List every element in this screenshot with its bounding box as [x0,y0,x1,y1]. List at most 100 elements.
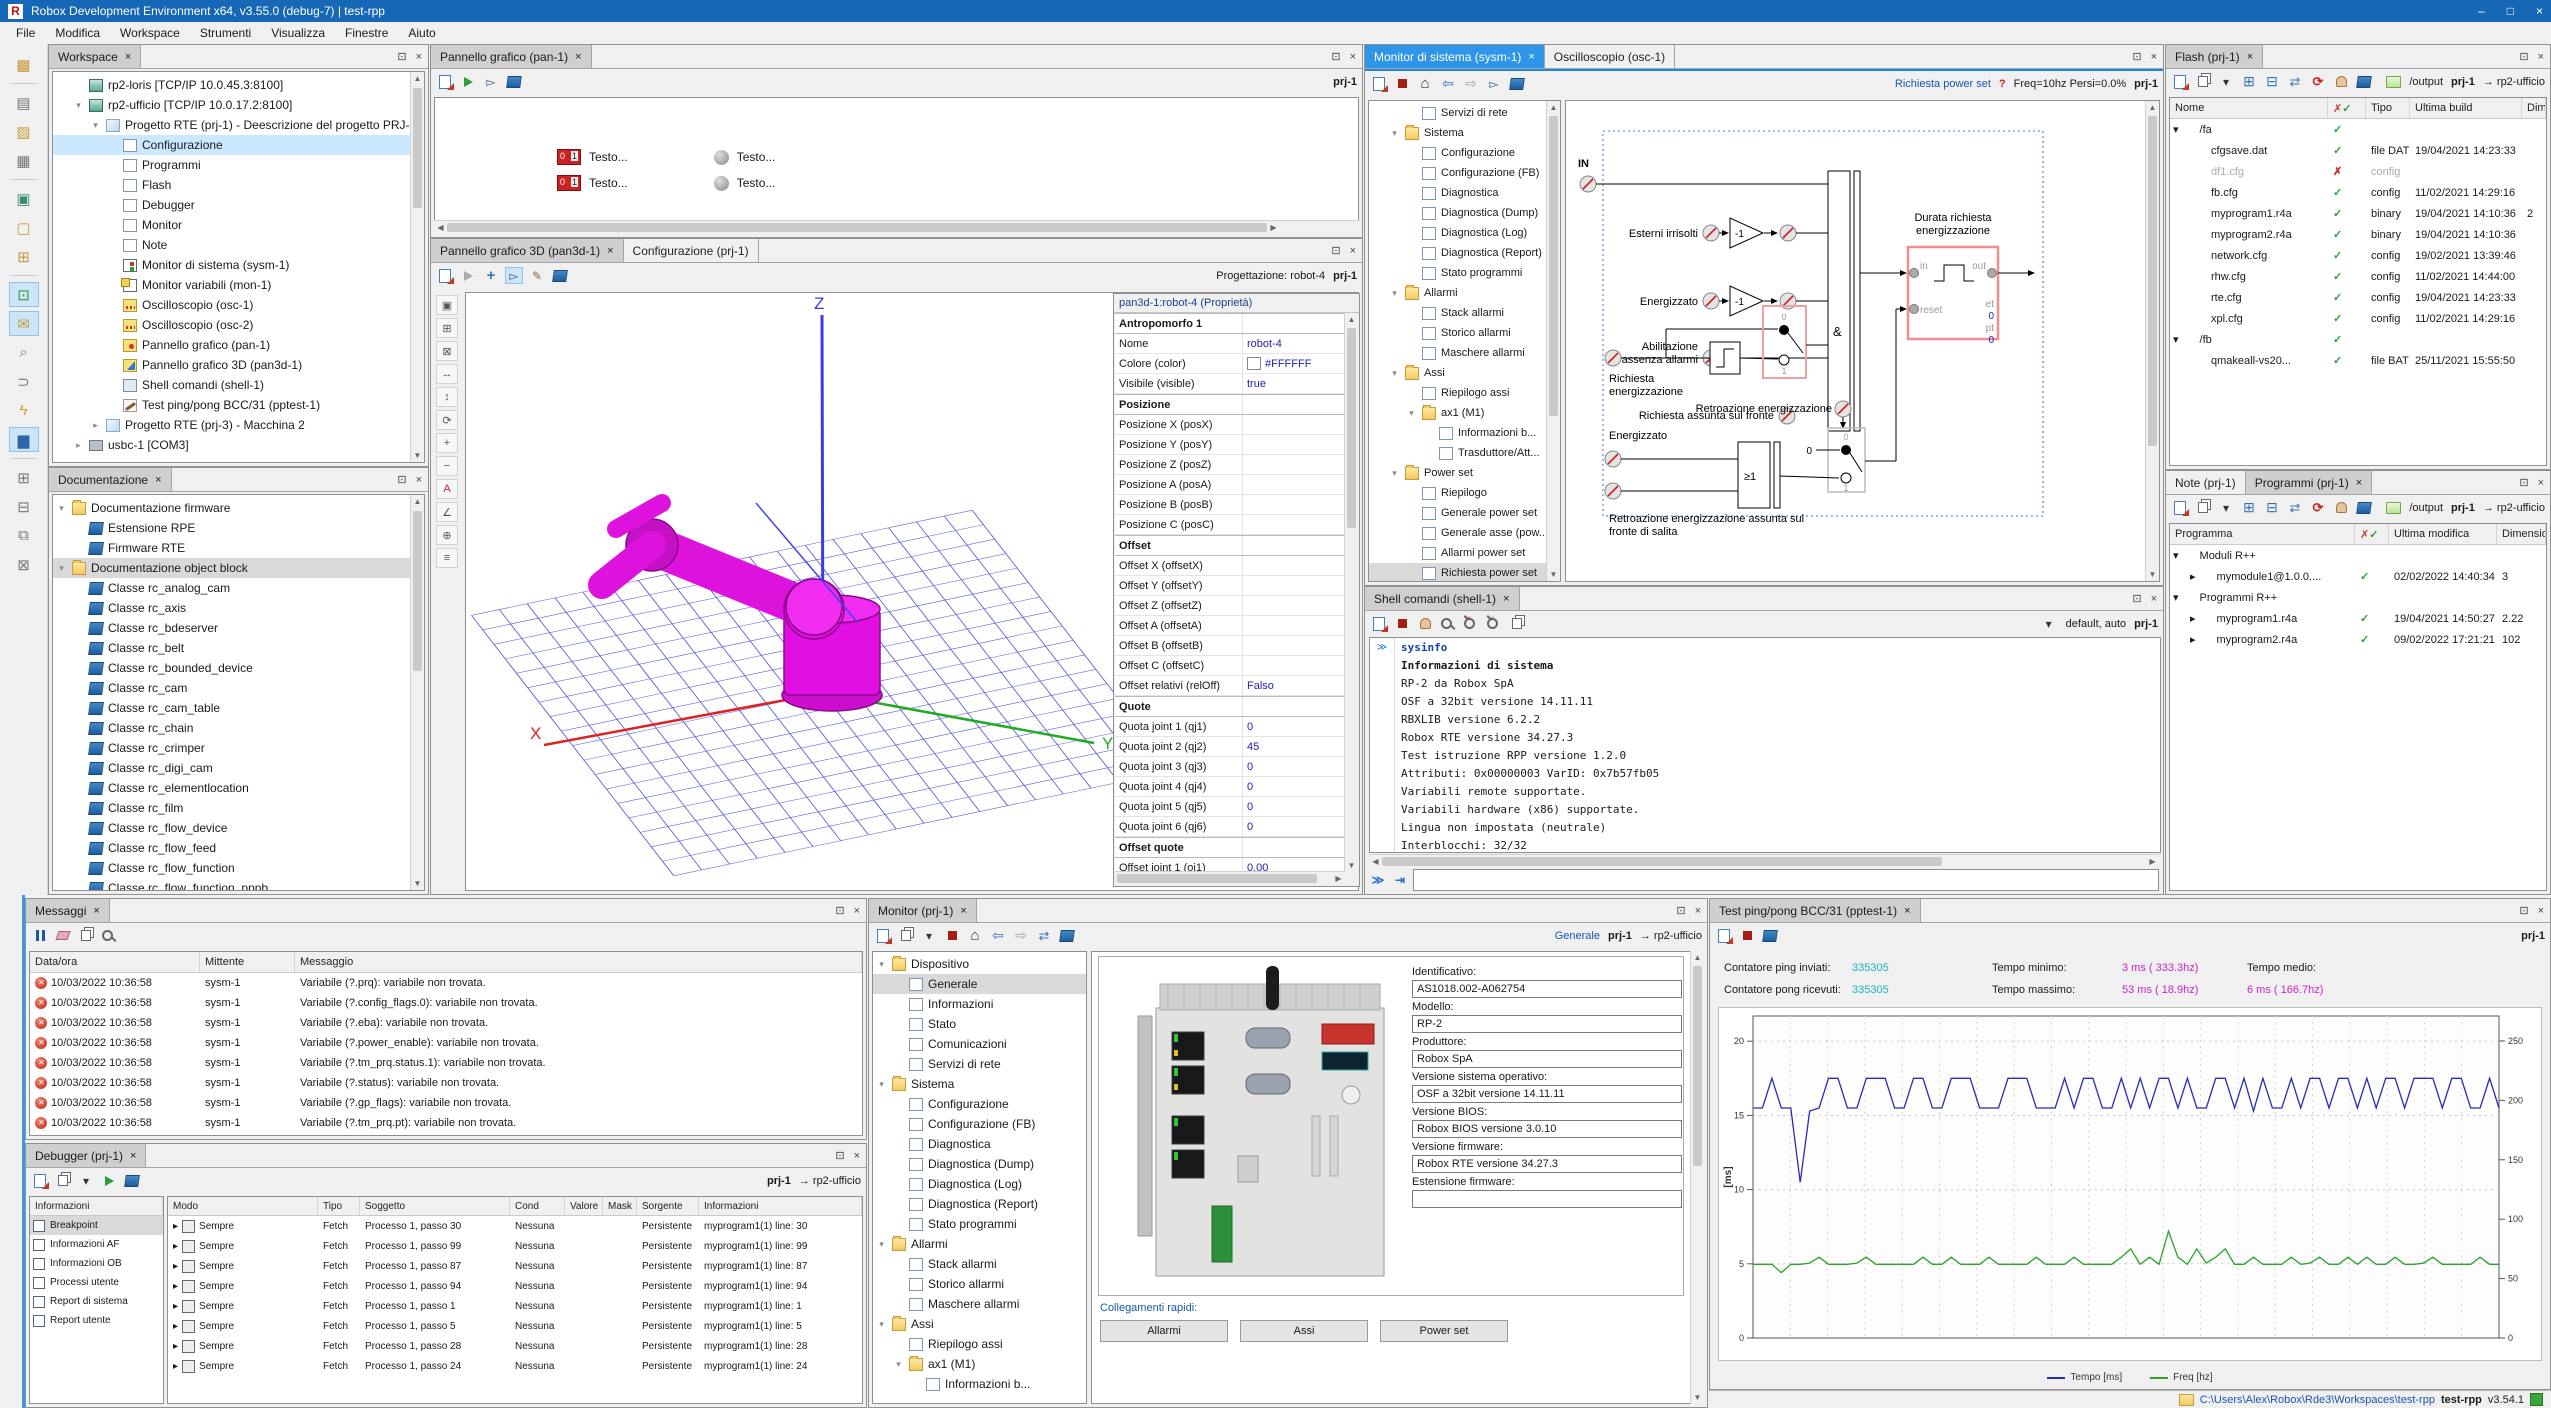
help-book-icon[interactable] [1761,927,1779,944]
refresh-icon[interactable] [1035,927,1053,944]
pan-vertical-icon[interactable]: ↕ [436,387,458,407]
float-panel-icon[interactable]: ⊡ [2132,50,2141,63]
save-icon[interactable]: ▦ [9,148,39,173]
debugger-info-item[interactable]: Processi utente [30,1273,163,1292]
sysm-tree-item[interactable]: Richiesta power set [1369,563,1547,581]
help-badge[interactable]: ? [1999,78,2006,90]
select-mode-icon[interactable] [1485,75,1503,92]
sysm-tree-item[interactable]: Configurazione (FB) [1369,163,1547,183]
expander-icon[interactable]: ▾ [73,100,84,111]
doc-scrollbar[interactable]: ▲▼ [410,495,424,890]
field-value[interactable]: RP-2 [1412,1015,1682,1033]
sync-icon[interactable] [2286,499,2304,516]
wireframe-icon[interactable]: ≡ [436,548,458,568]
workspace-tree-item[interactable]: Monitor [53,215,410,235]
breakpoint-row[interactable]: ▸Sempre Fetch Processo 1, passo 30 Nessu… [168,1216,862,1236]
sysm-tree-item[interactable]: Configurazione [1369,143,1547,163]
dock-down-icon[interactable]: ⊞ [9,465,39,490]
menu-item[interactable]: File [6,23,45,43]
property-row[interactable]: Offset quote [1115,837,1345,858]
expander-icon[interactable]: ▾ [2173,333,2179,346]
property-row[interactable]: Quota joint 1 (qj1) 0 [1115,717,1345,737]
float-panel-icon[interactable]: ⊡ [1331,244,1340,257]
property-value[interactable]: 0 [1243,781,1345,793]
hold-scroll-icon[interactable] [1416,615,1434,632]
reload-icon[interactable] [2309,499,2327,516]
programmi-row[interactable]: ▸myprogram2.r4a ✓ 09/02/2022 17:21:21 10… [2170,629,2546,650]
tab-close-icon[interactable]: × [1528,51,1534,63]
property-row[interactable]: Quota joint 6 (qj6) 0 [1115,817,1345,837]
help-book-icon[interactable] [1058,927,1076,944]
expander-icon[interactable]: ▸ [173,1321,178,1332]
reload-icon[interactable] [2309,73,2327,90]
mail-icon[interactable]: ✉ [9,311,39,336]
message-row[interactable]: 10/03/2022 10:36:58 sysm-1 Variabile (?.… [30,1113,862,1133]
workspace-tree-item[interactable]: Flash [53,175,410,195]
message-row[interactable]: 10/03/2022 10:36:58 sysm-1 Variabile (?.… [30,1033,862,1053]
toggle-switch-icon[interactable]: 01 [557,175,581,191]
workspace-tree-item[interactable]: ▾ Progetto RTE (prj-1) - Deescrizione de… [53,115,410,135]
hold-icon[interactable] [2332,73,2350,90]
help-book-icon[interactable] [505,73,523,90]
property-row[interactable]: Quota joint 4 (qj4) 0 [1115,777,1345,797]
sync-icon[interactable] [2286,73,2304,90]
origin-icon[interactable]: ⊕ [436,525,458,545]
field-value[interactable]: OSF a 32bit versione 14.11.11 [1412,1085,1682,1103]
doc-tree-item[interactable]: Classe rc_bounded_device [53,658,410,678]
debugger-info-item[interactable]: Report di sistema [30,1292,163,1311]
tab-test-pingpong[interactable]: Test ping/pong BCC/31 (pptest-1)× [1710,899,1921,922]
doc-tree-item[interactable]: Classe rc_bdeserver [53,618,410,638]
expander-icon[interactable]: ▾ [1389,128,1400,139]
property-row[interactable]: Offset C (offsetC) [1115,656,1345,676]
stop-icon[interactable] [1393,75,1411,92]
indicator-ball-icon[interactable] [714,150,729,165]
message-row[interactable]: 10/03/2022 10:36:58 sysm-1 Variabile (?.… [30,993,862,1013]
properties-icon[interactable] [874,927,892,944]
float-panel-icon[interactable]: ⊡ [2519,50,2528,63]
close-panel-icon[interactable]: × [1695,905,1701,917]
properties-icon[interactable] [2171,499,2189,516]
close-panel-icon[interactable]: × [1350,51,1356,63]
tab-workspace[interactable]: Workspace× [49,45,141,68]
menu-item[interactable]: Finestre [335,23,398,43]
copy-icon[interactable] [2194,73,2212,90]
tab-monitor[interactable]: Monitor (prj-1)× [869,899,977,922]
workspace-tree-item[interactable]: Oscilloscopio (osc-2) [53,315,410,335]
workspace-tree-item[interactable]: Monitor di sistema (sysm-1) [53,255,410,275]
back-icon[interactable] [1439,75,1457,92]
flash-row[interactable]: ▾/fa ✓ [2170,119,2546,140]
workspace-tree-item[interactable]: Note [53,235,410,255]
flash-row[interactable]: myprogram1.r4a ✓ binary 19/04/2021 14:10… [2170,203,2546,224]
monitor-tree-item[interactable]: ▾ Sistema [873,1074,1086,1094]
tab-documentazione[interactable]: Documentazione× [49,468,172,491]
dock-up-icon[interactable]: ⊟ [9,494,39,519]
monitor-tree-item[interactable]: ▾ Dispositivo [873,954,1086,974]
flash-row[interactable]: cfgsave.dat ✓ file DAT 19/04/2021 14:23:… [2170,140,2546,161]
property-value[interactable]: 45 [1243,741,1345,753]
debugger-info-item[interactable]: Breakpoint [30,1216,163,1235]
expander-icon[interactable]: ▾ [876,1319,887,1330]
send-command-icon[interactable] [1369,872,1387,889]
workspace-tree-item[interactable]: Monitor variabili (mon-1) [53,275,410,295]
tab-close-icon[interactable]: × [607,245,613,257]
doc-tree-item[interactable]: Estensione RPE [53,518,410,538]
open-folder-icon[interactable]: ▨ [9,119,39,144]
pan1-hscrollbar[interactable]: ◀▶ [434,220,1359,234]
properties-icon[interactable] [436,267,454,284]
sysm-tree-scrollbar[interactable]: ▲▼ [1546,101,1560,581]
zoom-in-icon[interactable]: + [436,433,458,453]
message-row[interactable]: 10/03/2022 10:36:58 sysm-1 Variabile (?.… [30,1073,862,1093]
tab-configurazione[interactable]: Configurazione (prj-1) [624,239,759,262]
folder-doc-icon[interactable]: ⊞ [9,244,39,269]
select-mode-icon[interactable] [505,267,523,284]
breakpoint-row[interactable]: ▸Sempre Fetch Processo 1, passo 24 Nessu… [168,1356,862,1376]
monitor-tree-item[interactable]: Stack allarmi [873,1254,1086,1274]
expander-icon[interactable]: ▸ [173,1261,178,1272]
monitor-tree-item[interactable]: Configurazione [873,1094,1086,1114]
help-book-icon[interactable] [123,1172,141,1189]
property-row[interactable]: Quota joint 5 (qj5) 0 [1115,797,1345,817]
float-panel-icon[interactable]: ⊡ [397,473,406,486]
doc-tree-item[interactable]: ▾ Documentazione firmware [53,498,410,518]
expander-icon[interactable]: ▾ [2173,591,2179,604]
properties-hscrollbar[interactable]: ▶ [1115,871,1345,885]
